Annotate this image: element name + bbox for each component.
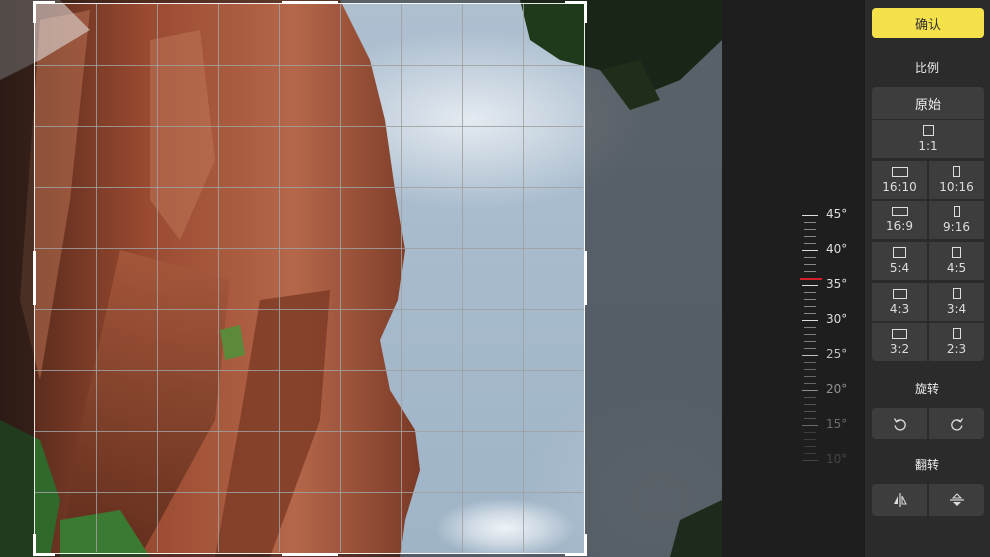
ratio-landscape-icon xyxy=(892,328,907,339)
ratio-square-icon xyxy=(922,125,934,136)
crop-frame[interactable] xyxy=(34,3,585,554)
crop-handle-top-right-v[interactable] xyxy=(584,1,587,23)
grid-line xyxy=(96,4,97,552)
ratio-portrait-icon xyxy=(952,288,961,299)
grid-line xyxy=(218,4,219,552)
ruler-label: 30° xyxy=(826,312,848,326)
ratio-portrait-icon xyxy=(953,166,960,177)
rotate-section-title: 旋转 xyxy=(914,382,939,396)
ratio-16-9-button[interactable]: 16:9 xyxy=(872,201,927,239)
grid-line xyxy=(35,431,583,432)
ratio-portrait-icon xyxy=(952,247,961,258)
ratio-portrait-icon xyxy=(953,206,960,217)
ratio-label: 4:3 xyxy=(889,301,910,316)
ratio-2-3-button[interactable]: 2:3 xyxy=(929,323,984,361)
ratio-landscape-icon xyxy=(892,288,907,299)
ratio-label: 16:9 xyxy=(886,219,913,233)
ratio-landscape-icon xyxy=(891,207,908,216)
grid-line xyxy=(157,4,158,552)
ratio-4-3-button[interactable]: 4:3 xyxy=(872,283,927,321)
ruler-label: 35° xyxy=(826,277,848,291)
flip-section-title: 翻转 xyxy=(914,458,939,472)
confirm-button[interactable]: 确认 xyxy=(872,8,984,38)
crop-mask-left xyxy=(0,3,34,554)
ruler-label: 10° xyxy=(826,452,848,466)
ruler-label: 20° xyxy=(826,382,848,396)
ruler-label: 40° xyxy=(826,242,848,256)
grid-line xyxy=(35,187,583,188)
flip-horizontal-button[interactable] xyxy=(872,484,927,516)
flip-vertical-icon xyxy=(949,493,964,506)
rotate-cw-icon xyxy=(950,417,963,431)
grid-line xyxy=(340,4,341,552)
crop-handle-bottom-right-v[interactable] xyxy=(584,534,587,556)
ratio-label: 5:4 xyxy=(889,261,910,275)
crop-handle-bottom-left-v[interactable] xyxy=(33,534,36,556)
ratio-label: 4:5 xyxy=(946,261,967,275)
ratio-label: 3:2 xyxy=(889,341,910,356)
grid-line xyxy=(523,4,524,552)
ratio-portrait-icon xyxy=(952,328,961,339)
ratio-label: 2:3 xyxy=(946,342,967,356)
ratio-landscape-icon xyxy=(891,166,908,177)
ruler-label: 15° xyxy=(826,417,848,431)
grid-line xyxy=(279,4,280,552)
image-canvas[interactable] xyxy=(0,0,722,557)
crop-handle-bottom[interactable] xyxy=(282,553,338,556)
grid-line xyxy=(401,4,402,552)
ratio-label: 16:10 xyxy=(882,179,917,194)
rotate-ccw-icon xyxy=(893,417,906,431)
flip-horizontal-icon xyxy=(893,493,907,507)
grid-line xyxy=(35,309,583,310)
ratio-original-button[interactable]: 原始 xyxy=(872,87,984,119)
ruler-label: 25° xyxy=(826,347,848,361)
ratio-label: 1:1 xyxy=(918,139,938,153)
ruler-label: 45° xyxy=(826,207,848,221)
ratio-4-5-button[interactable]: 4:5 xyxy=(929,242,984,280)
grid-line xyxy=(462,4,463,552)
ratio-label: 9:16 xyxy=(943,220,970,234)
ratio-3-4-button[interactable]: 3:4 xyxy=(929,283,984,321)
ratio-10-16-button[interactable]: 10:16 xyxy=(929,161,984,199)
grid-line xyxy=(35,370,583,371)
crop-handle-bottom-left[interactable] xyxy=(33,553,55,556)
grid-line xyxy=(35,65,583,66)
ratio-landscape-icon xyxy=(893,247,906,258)
crop-handle-left[interactable] xyxy=(33,251,36,305)
grid-line xyxy=(35,492,583,493)
ratio-3-2-button[interactable]: 3:2 xyxy=(872,323,927,361)
flip-vertical-button[interactable] xyxy=(929,484,984,516)
ratio-1-1-button[interactable]: 1:1 xyxy=(872,120,984,158)
crop-handle-top[interactable] xyxy=(282,1,338,4)
ratio-section-title: 比例 xyxy=(914,61,939,75)
grid-line xyxy=(35,248,583,249)
ratio-label: 10:16 xyxy=(939,180,974,194)
rotate-left-button[interactable] xyxy=(872,408,927,439)
crop-handle-right[interactable] xyxy=(584,251,587,305)
crop-handle-top-left-v[interactable] xyxy=(33,1,36,23)
ratio-9-16-button[interactable]: 9:16 xyxy=(929,201,984,239)
rotation-indicator xyxy=(800,278,822,280)
ratio-label: 原始 xyxy=(914,97,941,113)
ratio-label: 3:4 xyxy=(946,302,967,316)
ratio-16-10-button[interactable]: 16:10 xyxy=(872,161,927,199)
ratio-5-4-button[interactable]: 5:4 xyxy=(872,242,927,280)
grid-line xyxy=(35,126,583,127)
crop-handle-top-left[interactable] xyxy=(33,1,55,4)
rotation-ruler[interactable]: 45° 40° 35° 30° 25° 20° 15° 10° xyxy=(790,205,860,485)
rotate-right-button[interactable] xyxy=(929,408,984,439)
crop-mask-right xyxy=(585,3,722,554)
